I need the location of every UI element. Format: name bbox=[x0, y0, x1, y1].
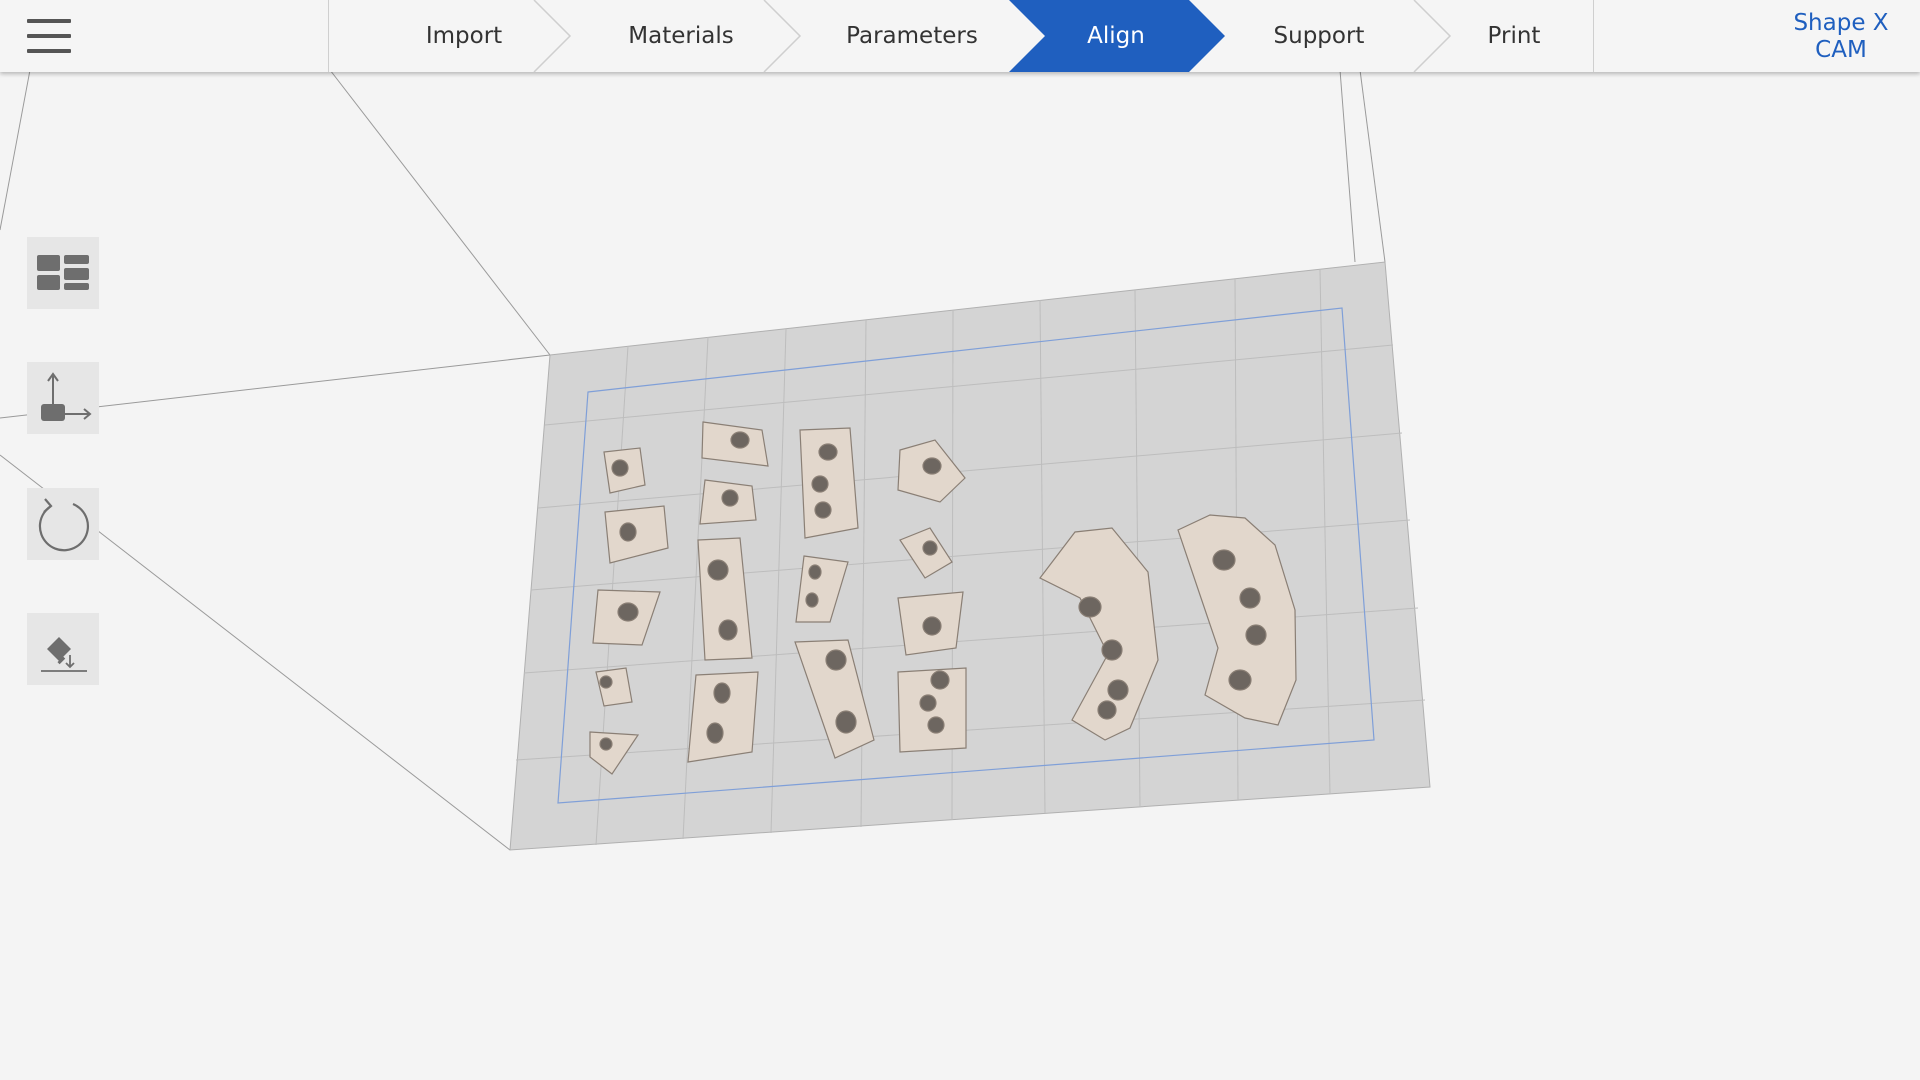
step-import[interactable]: Import bbox=[389, 0, 539, 72]
brand-line-2: CAM bbox=[1815, 37, 1867, 63]
rotate-icon bbox=[38, 498, 90, 552]
hamburger-icon-bar bbox=[27, 19, 71, 23]
model-object[interactable] bbox=[799, 427, 859, 539]
brand-line-1: Shape X bbox=[1793, 10, 1889, 36]
hamburger-menu-button[interactable] bbox=[0, 0, 98, 72]
eraser-drop-icon bbox=[41, 637, 87, 672]
model-object[interactable] bbox=[897, 591, 964, 656]
build-plate bbox=[509, 261, 1431, 851]
layout-tool-button[interactable] bbox=[27, 237, 99, 309]
3d-viewport[interactable] bbox=[0, 0, 1920, 1080]
model-object[interactable] bbox=[699, 479, 757, 525]
hamburger-icon-bar bbox=[27, 49, 71, 53]
move-axes-icon bbox=[41, 372, 92, 421]
step-parameters[interactable]: Parameters bbox=[817, 0, 1007, 72]
hamburger-icon-bar bbox=[27, 34, 71, 38]
model-object[interactable] bbox=[897, 667, 967, 753]
model-object[interactable] bbox=[603, 447, 646, 494]
top-navigation-bar: Import Materials Parameters Align Suppor… bbox=[0, 0, 1920, 72]
rotate-tool-button[interactable] bbox=[27, 488, 99, 560]
workflow-steps: Import Materials Parameters Align Suppor… bbox=[328, 0, 1594, 72]
step-print[interactable]: Print bbox=[1439, 0, 1589, 72]
step-support[interactable]: Support bbox=[1229, 0, 1409, 72]
grid-layout-icon bbox=[37, 255, 89, 290]
step-materials[interactable]: Materials bbox=[591, 0, 771, 72]
step-align[interactable]: Align bbox=[1041, 0, 1191, 72]
model-object[interactable] bbox=[687, 671, 759, 763]
move-tool-button[interactable] bbox=[27, 362, 99, 434]
drop-to-plate-tool-button[interactable] bbox=[27, 613, 99, 685]
brand-logo: Shape X CAM bbox=[1776, 10, 1906, 64]
